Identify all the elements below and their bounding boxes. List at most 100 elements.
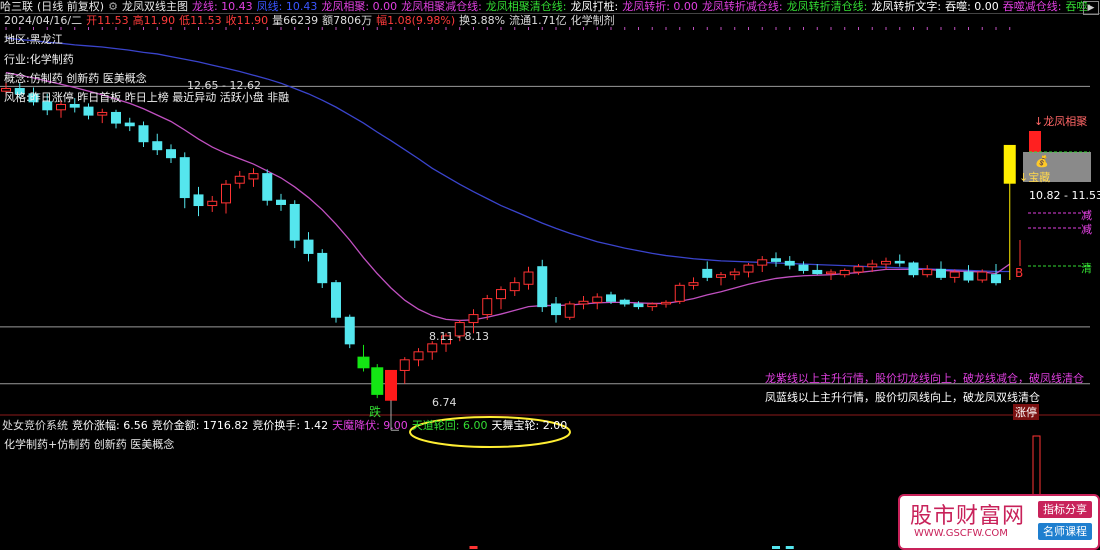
candle-body-42 — [578, 300, 589, 305]
candle-body-50 — [688, 282, 699, 286]
ohlc-field-6: 额7806万 — [322, 14, 373, 27]
candle-body-51 — [702, 268, 713, 278]
candle-body-14 — [193, 194, 204, 207]
candle-body-23 — [317, 252, 328, 284]
indicator-name[interactable]: 龙凤双线主图 — [122, 0, 188, 13]
candle-body-20 — [276, 199, 286, 205]
watermark-tag-course: 名师课程 — [1038, 523, 1092, 540]
gear-icon[interactable]: ⚙ — [108, 0, 118, 13]
chevron-right-icon[interactable]: ▶ — [1083, 1, 1099, 15]
ohlc-field-2: 高11.90 — [132, 14, 176, 27]
candle-body-25 — [344, 316, 355, 345]
reduce-marker-2: 减 — [1081, 223, 1092, 236]
indicator-value-10: 吞噬: 0.00 — [945, 0, 999, 13]
note-long-line: 龙紫线以上主升行情，股价切龙线向上，破龙线减仓，破凤线清仓 — [765, 372, 1084, 385]
candle-body-49 — [674, 284, 685, 302]
indicator-title-bar: 哈三联 (日线 前复权) ⚙ 龙凤双线主图 龙线: 10.43 凤线: 10.43 龙凤相聚… — [0, 0, 1100, 14]
candle-body-59 — [812, 269, 823, 275]
buy-marker: B — [1015, 266, 1024, 280]
candle-body-31 — [427, 343, 438, 353]
period-label[interactable]: (日线 前复权) — [37, 0, 104, 13]
candle-body-34 — [468, 314, 479, 324]
ohlc-field-5: 量66239 — [272, 14, 319, 27]
ohlc-field-0: 2024/04/16/二 — [4, 14, 83, 27]
candle-body-10 — [138, 125, 149, 143]
candle-body-61 — [839, 269, 850, 276]
indicator-value-3: 龙凤相聚减仓线: — [401, 0, 482, 13]
indicator-value-6: 龙凤转折: 0.00 — [622, 0, 698, 13]
indicator-value-0: 龙线: 10.43 — [191, 0, 253, 13]
sub-indicator-value-3: 竞价换手: 1.42 — [252, 419, 329, 432]
sub-indicator-value-2: 竞价金额: 1716.82 — [151, 419, 249, 432]
indicator-value-5: 龙凤打桩: — [570, 0, 619, 13]
candle-body-11 — [152, 141, 163, 151]
candle-body-8 — [111, 111, 121, 124]
indicator-value-4: 龙凤相聚清仓线: — [485, 0, 567, 13]
candle-body-9 — [124, 122, 135, 127]
kline-chart[interactable] — [0, 0, 1100, 549]
sub-indicator-bar: 处女竞价系统 竞价涨幅: 6.56 竞价金额: 1716.82 竞价换手: 1.42 天… — [2, 419, 571, 433]
candle-body-39 — [537, 266, 548, 308]
candle-body-19 — [262, 173, 273, 201]
candle-body-30 — [413, 351, 424, 361]
sub-indicator-value-4: 天魔降伏: 9.00 — [332, 419, 408, 432]
ohlc-field-4: 收11.90 — [225, 14, 269, 27]
candle-body-4 — [56, 103, 66, 111]
sub-concept-label: 化学制药+仿制药 创新药 医美概念 — [4, 438, 175, 451]
candle-body-28 — [385, 369, 397, 401]
sub-indicator-value-0: 处女竞价系统 — [2, 419, 68, 432]
ohlc-field-8: 换3.88% — [459, 14, 506, 27]
candle-body-73 — [1003, 144, 1016, 184]
clear-marker: 清 — [1081, 262, 1092, 275]
candle-body-52 — [716, 274, 726, 278]
ohlc-field-9: 流通1.71亿 — [509, 14, 567, 27]
candle-body-44 — [606, 294, 616, 302]
candle-body-68 — [936, 268, 946, 278]
concept-label: 概念:仿制药 创新药 医美概念 — [4, 72, 147, 85]
watermark-site: WWW.GSCFW.COM — [914, 528, 1008, 539]
candle-body-43 — [592, 296, 603, 303]
candle-body-47 — [647, 303, 658, 308]
feng-line — [5, 37, 1010, 273]
candle-body-35 — [482, 298, 493, 316]
candle-body-12 — [166, 149, 176, 159]
candle-body-29 — [399, 359, 410, 371]
candle-body-69 — [949, 271, 960, 278]
ohlc-field-10: 化学制剂 — [570, 14, 615, 27]
candle-body-26 — [357, 356, 370, 369]
indicator-value-8: 龙凤转折清仓线: — [786, 0, 868, 13]
candle-body-18 — [248, 173, 259, 180]
candle-body-55 — [757, 259, 768, 266]
gather-signal-block — [1029, 131, 1041, 153]
candle-body-37 — [509, 282, 520, 292]
low-price-label: 6.74 — [432, 396, 457, 409]
sub-indicator-value-1: 竞价涨幅: 6.56 — [72, 419, 148, 432]
indicator-value-1: 凤线: 10.43 — [256, 0, 318, 13]
limit-up-badge: 涨停 — [1013, 404, 1039, 420]
candle-body-60 — [826, 271, 836, 275]
candle-body-40 — [551, 303, 561, 316]
candle-body-70 — [963, 271, 974, 281]
longfeng-gather-marker: ↓龙凤相聚 — [1034, 115, 1088, 128]
candle-body-63 — [867, 263, 878, 268]
candle-body-16 — [221, 183, 231, 204]
candle-body-24 — [331, 282, 341, 318]
sub-indicator-value-6: 天舞宝轮: 2.00 — [491, 419, 568, 432]
long-line — [5, 71, 1011, 322]
range-label-high: 12.65 - 12.62 — [187, 79, 261, 92]
watermark-title: 股市财富网 — [910, 504, 1026, 529]
candle-body-53 — [729, 271, 740, 276]
candle-body-27 — [371, 367, 384, 395]
candle-body-64 — [881, 260, 891, 265]
industry-label: 行业:化学制药 — [4, 53, 74, 66]
candle-body-41 — [564, 303, 575, 318]
sub-indicator-value-5: 天道轮回: 6.00 — [411, 419, 488, 432]
treasure-marker: ↓宝藏 — [1019, 171, 1051, 184]
indicator-value-11: 吞噬减仓线: — [1002, 0, 1062, 13]
candle-body-46 — [633, 303, 644, 308]
stock-name[interactable]: 哈三联 — [0, 0, 33, 13]
candle-body-45 — [619, 299, 630, 305]
fall-marker: 跌 — [369, 405, 382, 419]
candle-body-71 — [977, 271, 988, 281]
candle-body-66 — [908, 262, 919, 276]
